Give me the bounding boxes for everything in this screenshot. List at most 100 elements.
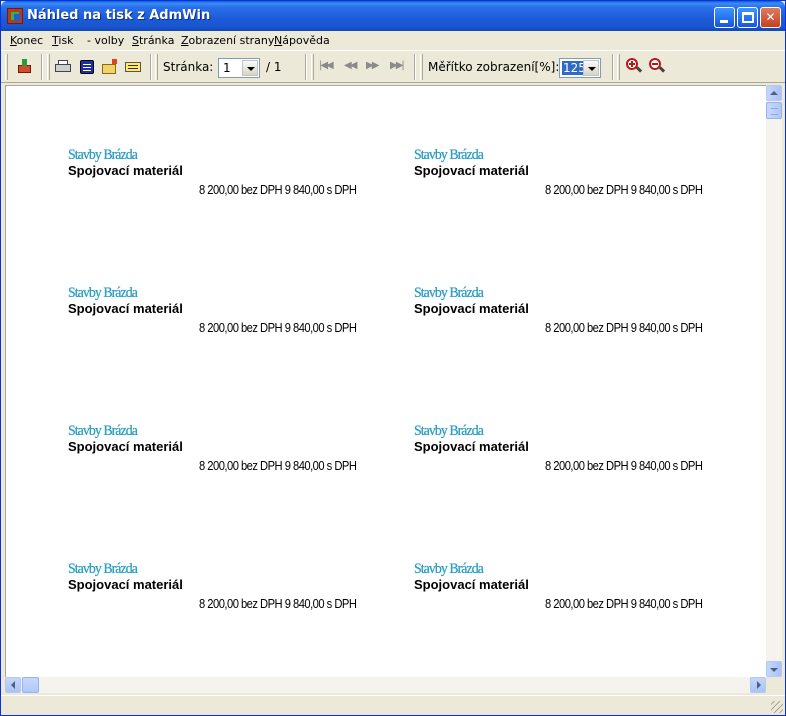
page-label: Stránka:: [163, 60, 214, 74]
toolbar-separator: [41, 54, 43, 80]
resize-grip-icon[interactable]: [771, 701, 783, 713]
page-select[interactable]: 1: [218, 58, 260, 78]
product-name: Spojovací materiál: [414, 301, 529, 316]
close-icon: ✕: [765, 10, 776, 24]
window-title: Náhled na tisk z AdmWin: [27, 8, 211, 23]
toolbar-separator: [150, 54, 152, 80]
brand-name: Stavby Brázda: [68, 561, 138, 577]
minimize-button[interactable]: [714, 7, 735, 28]
horizontal-scroll-thumb[interactable]: [22, 677, 39, 693]
scroll-left-icon[interactable]: [5, 677, 21, 693]
previous-page-icon[interactable]: ◀◀: [344, 60, 360, 72]
menu-bar: Konec Tisk - volby Stránka Zobrazení str…: [1, 31, 785, 50]
menu-zobrazeni-accel: Z: [181, 34, 189, 47]
list-item: Stavby Brázda Spojovací materiál 8 200,0…: [68, 285, 388, 365]
preview-page[interactable]: Stavby Brázda Spojovací materiál 8 200,0…: [5, 85, 766, 677]
price-line: 8 200,00 bez DPH 9 840,00 s DPH: [199, 458, 357, 473]
maximize-button[interactable]: [737, 7, 758, 28]
vertical-scroll-thumb[interactable]: [766, 102, 782, 119]
exit-icon[interactable]: [17, 59, 33, 75]
list-item: Stavby Brázda Spojovací materiál 8 200,0…: [414, 147, 734, 227]
product-name: Spojovací materiál: [68, 439, 183, 454]
open-folder-icon[interactable]: [102, 59, 118, 75]
minimize-icon: [720, 20, 728, 23]
product-name: Spojovací materiál: [68, 301, 183, 316]
list-item: Stavby Brázda Spojovací materiál 8 200,0…: [68, 423, 388, 503]
zoom-in-icon[interactable]: [626, 58, 643, 74]
menu-tisk-label: isk: [58, 34, 74, 47]
menu-konec[interactable]: Konec: [10, 34, 43, 47]
toolbar-grip[interactable]: [311, 54, 314, 80]
toolbar: Stránka: 1 / 1 |◀◀ ◀◀ ▶▶ ▶▶| Měřítko zob…: [1, 50, 785, 83]
toolbar-separator: [612, 54, 614, 80]
menu-stranka-accel: S: [132, 34, 139, 47]
toolbar-grip[interactable]: [5, 54, 8, 80]
page-total: / 1: [266, 60, 282, 74]
brand-name: Stavby Brázda: [414, 561, 484, 577]
menu-napoveda-label: ápověda: [282, 34, 330, 47]
brand-name: Stavby Brázda: [414, 147, 484, 163]
page-select-value: 1: [223, 61, 231, 75]
price-line: 8 200,00 bez DPH 9 840,00 s DPH: [199, 182, 357, 197]
toolbar-grip[interactable]: [617, 54, 620, 80]
price-line: 8 200,00 bez DPH 9 840,00 s DPH: [545, 596, 703, 611]
toolbar-grip[interactable]: [47, 54, 50, 80]
price-line: 8 200,00 bez DPH 9 840,00 s DPH: [199, 320, 357, 335]
status-bar: [1, 695, 785, 715]
product-name: Spojovací materiál: [68, 577, 183, 592]
scroll-down-icon[interactable]: [766, 661, 782, 677]
fields-icon[interactable]: [125, 59, 141, 75]
list-item: Stavby Brázda Spojovací materiál 8 200,0…: [414, 561, 734, 641]
menu-konec-accel: K: [10, 34, 17, 47]
vertical-scrollbar[interactable]: [766, 85, 782, 677]
scroll-right-icon[interactable]: [750, 677, 766, 693]
price-line: 8 200,00 bez DPH 9 840,00 s DPH: [199, 596, 357, 611]
menu-tisk[interactable]: Tisk: [52, 34, 74, 47]
list-item: Stavby Brázda Spojovací materiál 8 200,0…: [68, 561, 388, 641]
product-name: Spojovací materiál: [414, 577, 529, 592]
list-item: Stavby Brázda Spojovací materiál 8 200,0…: [414, 423, 734, 503]
brand-name: Stavby Brázda: [68, 423, 138, 439]
chevron-down-icon[interactable]: [583, 60, 599, 76]
scale-label: Měřítko zobrazení[%]:: [428, 60, 560, 74]
brand-name: Stavby Brázda: [68, 285, 138, 301]
brand-name: Stavby Brázda: [68, 147, 138, 163]
first-page-icon[interactable]: |◀◀: [319, 60, 335, 72]
horizontal-scrollbar[interactable]: [5, 677, 766, 693]
product-name: Spojovací materiál: [414, 439, 529, 454]
brand-name: Stavby Brázda: [414, 423, 484, 439]
zoom-out-icon[interactable]: [649, 58, 666, 74]
toolbar-grip[interactable]: [420, 54, 423, 80]
print-setup-icon[interactable]: [79, 59, 95, 75]
menu-zobrazeni-label: obrazení strany: [188, 34, 275, 47]
title-bar[interactable]: Náhled na tisk z AdmWin ✕: [1, 1, 785, 31]
list-item: Stavby Brázda Spojovací materiál 8 200,0…: [414, 285, 734, 365]
menu-napoveda[interactable]: Nápověda: [274, 34, 330, 47]
menu-konec-label: onec: [16, 34, 44, 47]
brand-name: Stavby Brázda: [414, 285, 484, 301]
next-page-icon[interactable]: ▶▶: [366, 60, 382, 72]
product-name: Spojovací materiál: [68, 163, 183, 178]
maximize-icon: [742, 12, 754, 23]
last-page-icon[interactable]: ▶▶|: [390, 60, 406, 72]
price-line: 8 200,00 bez DPH 9 840,00 s DPH: [545, 458, 703, 473]
toolbar-separator: [414, 54, 416, 80]
toolbar-grip[interactable]: [155, 54, 158, 80]
price-line: 8 200,00 bez DPH 9 840,00 s DPH: [545, 182, 703, 197]
menu-napoveda-accel: N: [274, 34, 283, 47]
app-icon: [7, 8, 23, 24]
menu-volby-label: - volby: [87, 34, 125, 47]
product-name: Spojovací materiál: [414, 163, 529, 178]
close-button[interactable]: ✕: [760, 7, 781, 28]
scale-select[interactable]: 125: [559, 58, 601, 78]
scroll-up-icon[interactable]: [766, 85, 782, 101]
menu-volby[interactable]: - volby: [87, 34, 124, 47]
menu-zobrazeni-strany[interactable]: Zobrazení strany: [181, 34, 274, 47]
menu-stranka[interactable]: Stránka: [132, 34, 174, 47]
chevron-down-icon[interactable]: [242, 60, 258, 76]
list-item: Stavby Brázda Spojovací materiál 8 200,0…: [68, 147, 388, 227]
price-line: 8 200,00 bez DPH 9 840,00 s DPH: [545, 320, 703, 335]
print-preview-window: Náhled na tisk z AdmWin ✕ Konec Tisk - v…: [0, 0, 786, 716]
printer-icon[interactable]: [55, 59, 71, 75]
menu-stranka-label: tránka: [138, 34, 175, 47]
